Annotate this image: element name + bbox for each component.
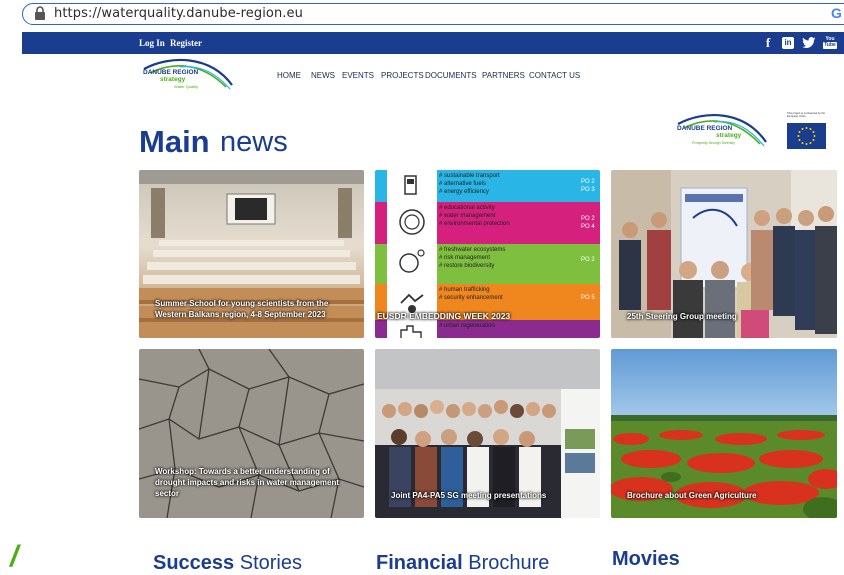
embedding-row-text: # educational activity # water managemen… — [439, 205, 510, 227]
card-caption: Brochure about Green Agriculture — [627, 491, 757, 500]
eu-cofinance-note: This project is co-financed by the Europ… — [787, 112, 825, 118]
news-card-green-agriculture[interactable]: Brochure about Green Agriculture — [611, 349, 837, 518]
logo-title: DANUBE REGION — [143, 69, 199, 76]
embedding-row-po: PO 2 — [581, 257, 595, 263]
embedding-row-text: # freshwater ecosystems # risk managemen… — [439, 247, 506, 269]
site-logo[interactable]: DANUBE REGION strategy Water Quality — [140, 57, 236, 93]
financial-brochure-heading[interactable]: Financial Brochure — [376, 552, 549, 575]
nav-news[interactable]: NEWS — [311, 71, 335, 80]
main-news-title-light: news — [220, 126, 288, 158]
card-caption: Summer School for young scientists from … — [155, 299, 329, 319]
embedding-row-text: # urban regeneration — [439, 323, 495, 329]
google-icon[interactable]: G — [831, 5, 842, 21]
embedding-row-text: # sustainable transport # alternative fu… — [439, 173, 500, 195]
side-logo-tagline: Prosperity through Diversity — [692, 141, 735, 145]
side-logo-title: DANUBE REGION — [677, 125, 733, 132]
card-caption: Workshop: Towards a better understanding… — [155, 467, 340, 498]
url-text[interactable]: https://waterquality.danube-region.eu — [54, 6, 303, 21]
main-news-title-bold: Main — [139, 124, 210, 159]
nav-events[interactable]: EVENTS — [342, 71, 374, 80]
logo-tagline: Water Quality — [174, 84, 199, 89]
fuel-pump-icon — [404, 175, 417, 195]
nav-partners[interactable]: PARTNERS — [482, 71, 525, 80]
login-link[interactable]: Log In — [139, 38, 165, 48]
strategy-logo: DANUBE REGION strategy Prosperity throug… — [674, 112, 770, 150]
card-caption: 25th Steering Group meeting — [627, 312, 737, 321]
embedding-row-po: PO 5 — [581, 295, 595, 301]
linkedin-icon[interactable]: in — [782, 37, 794, 49]
embedding-row-po: PO 2 PO 3 — [581, 179, 595, 193]
card-caption: Joint PA4-PA5 SG meeting presentations — [391, 491, 547, 500]
news-card-embedding-week[interactable]: # sustainable transport # alternative fu… — [375, 170, 600, 338]
side-logo-subtitle: strategy — [716, 132, 742, 139]
youtube-icon[interactable]: You Tube — [823, 36, 837, 50]
nav-contact-us[interactable]: CONTACT US — [529, 71, 580, 80]
success-stories-heading[interactable]: Success Stories — [153, 552, 302, 575]
facebook-icon[interactable]: f — [763, 36, 773, 50]
city-icon — [400, 325, 422, 338]
embedding-row-po: PO 2 PO 4 — [581, 216, 595, 230]
movies-heading[interactable]: Movies — [612, 548, 680, 571]
logo-subtitle: strategy — [160, 76, 186, 83]
ecosystem-icon — [399, 249, 425, 273]
embedding-row-text: # human trafficking # security enhanceme… — [439, 287, 503, 301]
eu-flag-icon — [787, 123, 826, 149]
water-drop-icon — [399, 209, 425, 235]
decorative-slash: / — [10, 540, 19, 573]
register-link[interactable]: Register — [170, 38, 202, 48]
news-card-drought-workshop[interactable]: Workshop: Towards a better understanding… — [139, 349, 364, 518]
nav-documents[interactable]: DOCUMENTS — [425, 71, 477, 80]
twitter-icon[interactable] — [802, 37, 816, 49]
news-card-joint-meeting[interactable]: Joint PA4-PA5 SG meeting presentations — [375, 349, 600, 518]
nav-home[interactable]: HOME — [277, 71, 301, 80]
browser-back-edge — [0, 0, 22, 28]
nav-projects[interactable]: PROJECTS — [381, 71, 424, 80]
lock-icon — [35, 6, 45, 20]
news-card-steering-group[interactable]: 25th Steering Group meeting — [611, 170, 837, 338]
news-card-summer-school[interactable]: Summer School for young scientists from … — [139, 170, 364, 338]
card-caption: EUSDR EMBEDDING WEEK 2023 — [377, 311, 511, 321]
